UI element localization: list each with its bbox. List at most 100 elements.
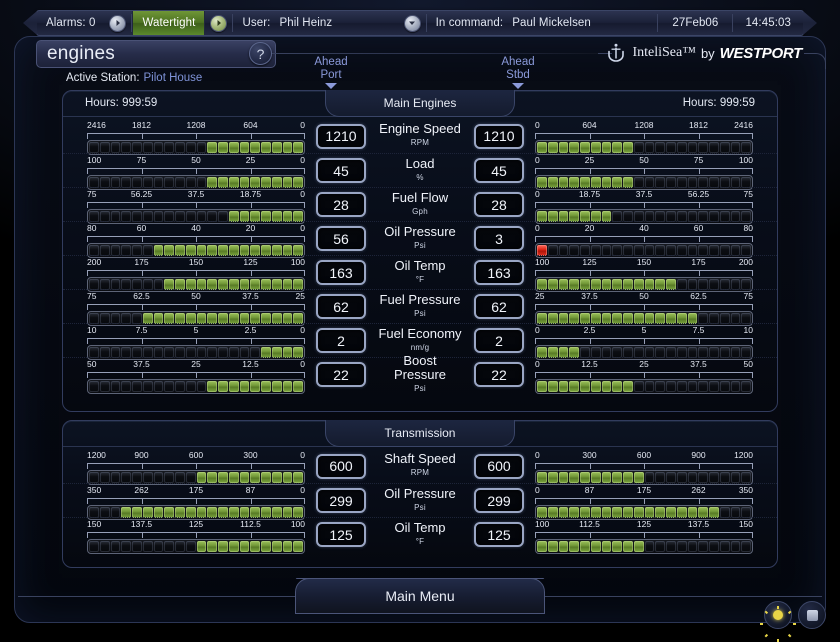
gauge-port-shaft-speed-segment bbox=[196, 472, 207, 483]
gauge-stbd-shaft-speed-segment bbox=[547, 472, 558, 483]
gauge-stbd-oil-pressure-segment bbox=[709, 244, 719, 256]
gauge-port-fuel-pressure-segment bbox=[110, 312, 121, 324]
throttle-indicator-stbd: Ahead Stbd bbox=[483, 56, 553, 89]
in-command-label: In command: bbox=[435, 17, 504, 29]
gauge-port-load-segment bbox=[153, 176, 164, 188]
gauge-port-shaft-speed-segment bbox=[164, 472, 174, 483]
gauge-port-boost-pressure-segment bbox=[218, 380, 228, 392]
gauge-row-oil-pressure: 80 60 40 20 0 56 Oil Pressure Psi 3 0 20 40 60 8… bbox=[63, 221, 777, 258]
gauge-stbd-oil-temp-segment bbox=[537, 540, 547, 552]
gauge-stbd-oil-pressure-segment bbox=[612, 244, 622, 256]
gauge-port-boost-pressure-segment bbox=[142, 380, 153, 392]
throttle-stbd-line2: Stbd bbox=[506, 69, 530, 81]
gauge-stbd-oil-temp-bar[interactable] bbox=[535, 538, 753, 554]
alarms-next-icon[interactable] bbox=[109, 14, 127, 32]
gauge-stbd-boost-pressure-segment bbox=[547, 380, 558, 392]
gauge-stbd-boost-pressure-bar[interactable] bbox=[535, 378, 753, 394]
gauge-stbd-fuel-flow-tick-mark bbox=[644, 202, 645, 208]
gauge-stbd-oil-pressure-tick-label: 20 bbox=[584, 222, 595, 233]
gauge-port-oil-pressure-tick-label: 350 bbox=[87, 484, 102, 495]
gauge-stbd-shaft-speed-tick-label: 0 bbox=[535, 450, 540, 460]
gauge-stbd-fuel-pressure-segment bbox=[666, 312, 676, 324]
gauge-stbd-oil-pressure-segment bbox=[709, 506, 719, 518]
gauge-stbd-load-tick-mark bbox=[644, 168, 645, 174]
gauge-port-oil-pressure-segment bbox=[132, 506, 142, 518]
user-dropdown-icon[interactable] bbox=[403, 14, 421, 32]
gauge-port-fuel-economy-segment bbox=[110, 346, 121, 358]
gauge-stbd-oil-temp-segment bbox=[687, 278, 698, 290]
gauge-port-fuel-economy-segment bbox=[121, 346, 131, 358]
gauge-port-oil-pressure-segment bbox=[99, 506, 110, 518]
watertight-status[interactable]: Watertight bbox=[132, 11, 206, 35]
gauge-stbd-oil-pressure-segment bbox=[687, 506, 698, 518]
gauge-port-fuel-flow-ticks bbox=[87, 201, 305, 208]
gauge-port-oil-temp-tick-mark bbox=[304, 532, 305, 538]
gauge-stbd-boost-pressure-segment bbox=[730, 380, 741, 392]
gauge-stbd-fuel-pressure-segment bbox=[676, 312, 687, 324]
gauge-port-shaft-speed-ticks bbox=[87, 463, 305, 469]
gauge-unit-oil-pressure: Psi bbox=[414, 240, 426, 250]
footer-rule-left bbox=[18, 596, 298, 597]
stop-button[interactable] bbox=[798, 601, 826, 629]
gauge-stbd-boost-pressure-tick-mark bbox=[589, 372, 591, 378]
gauge-name-fuel-pressure: Fuel Pressure bbox=[379, 291, 461, 307]
alarms-status[interactable]: Alarms: 0 bbox=[37, 11, 104, 35]
gauge-stbd-fuel-pressure-segment bbox=[698, 312, 708, 324]
gauge-stbd-fuel-pressure-segment bbox=[612, 312, 622, 324]
gauge-port-boost-pressure-bar[interactable] bbox=[87, 378, 305, 394]
readout-port-oil-pressure: 299 bbox=[316, 488, 366, 513]
gauge-stbd-fuel-flow-segment bbox=[730, 210, 741, 222]
gauge-port-oil-temp-segment bbox=[132, 278, 142, 290]
gauge-stbd-fuel-economy-tick-label: 10 bbox=[743, 324, 753, 335]
gauge-port-fuel-economy-segment bbox=[261, 346, 271, 358]
gauge-port-shaft-speed-segment bbox=[110, 472, 121, 483]
gauge-port-fuel-pressure-segment bbox=[185, 312, 196, 324]
gauge-stbd-fuel-economy-segment bbox=[676, 346, 687, 358]
gauge-port-fuel-economy-tick-mark bbox=[304, 338, 305, 344]
gauge-stbd-boost-pressure-tick-label: 25 bbox=[639, 358, 649, 369]
gauge-stbd-fuel-economy-tick-label: 7.5 bbox=[692, 324, 705, 335]
gauge-stbd-fuel-flow-segment bbox=[709, 210, 719, 222]
gauge-port-oil-pressure-segment bbox=[175, 506, 185, 518]
gauge-port-fuel-economy-tick-label: 10 bbox=[87, 324, 97, 335]
gauge-stbd-engine-speed-tick-mark bbox=[698, 134, 700, 139]
user-label: User: bbox=[242, 17, 271, 29]
gauge-stbd-fuel-pressure-segment bbox=[709, 312, 719, 324]
gauge-stbd-oil-pressure-segment bbox=[590, 244, 601, 256]
gauge-port-oil-temp-segment bbox=[153, 540, 164, 552]
gauge-stbd-fuel-pressure-segment bbox=[719, 312, 730, 324]
gauge-stbd-engine-speed-segment bbox=[612, 142, 622, 153]
gauge-port-oil-temp-segment bbox=[228, 540, 239, 552]
brightness-button[interactable] bbox=[760, 601, 796, 642]
watertight-next-icon[interactable] bbox=[210, 14, 228, 32]
gauge-stbd-oil-pressure: 0 87 175 262 350 bbox=[535, 485, 753, 520]
gauge-port-fuel-pressure-segment bbox=[282, 312, 293, 324]
gauge-port-fuel-flow-segment bbox=[185, 210, 196, 222]
gauge-port-oil-temp-segment bbox=[271, 540, 282, 552]
gauge-port-oil-temp-tick-label: 100 bbox=[290, 256, 305, 267]
gauge-stbd-load-segment bbox=[709, 176, 719, 188]
gauge-stbd-oil-pressure-segment bbox=[730, 244, 741, 256]
gauge-label-oil-temp: Oil Temp °F bbox=[377, 258, 463, 287]
main-menu-button[interactable]: Main Menu bbox=[295, 578, 545, 614]
gauge-row-fuel-pressure: 75 62.5 50 37.5 25 62 Fuel Pressure Psi 62 2… bbox=[63, 289, 777, 326]
gauge-port-fuel-flow: 75 56.25 37.5 18.75 0 bbox=[87, 189, 305, 224]
active-station: Active Station: Pilot House bbox=[66, 72, 202, 84]
help-button[interactable]: ? bbox=[249, 42, 272, 65]
gauge-stbd-load-segment bbox=[730, 176, 741, 188]
gauge-stbd-shaft-speed-tick-mark bbox=[589, 464, 591, 469]
gauge-stbd-fuel-pressure: 25 37.5 50 62.5 75 bbox=[535, 291, 753, 326]
gauge-port-engine-speed-ticks bbox=[87, 133, 305, 139]
gauge-stbd-fuel-pressure-segment bbox=[558, 312, 569, 324]
gauge-stbd-fuel-economy-segment bbox=[558, 346, 569, 358]
gauge-port-boost-pressure-segment bbox=[132, 380, 142, 392]
throttle-port-line1: Ahead bbox=[314, 56, 348, 68]
gauge-port-fuel-economy-tick-mark bbox=[87, 338, 88, 344]
gauge-stbd-oil-temp-tick-mark bbox=[698, 270, 700, 276]
logo-by-text: by bbox=[700, 45, 715, 61]
gauge-stbd-shaft-speed-tick-label: 900 bbox=[691, 450, 706, 460]
gauge-port-boost-pressure-tick-mark bbox=[141, 372, 143, 378]
gauge-port-engine-speed-segment bbox=[293, 142, 303, 153]
gauge-port-oil-temp-bar[interactable] bbox=[87, 538, 305, 554]
gauge-port-oil-temp-tick-mark bbox=[196, 270, 197, 276]
